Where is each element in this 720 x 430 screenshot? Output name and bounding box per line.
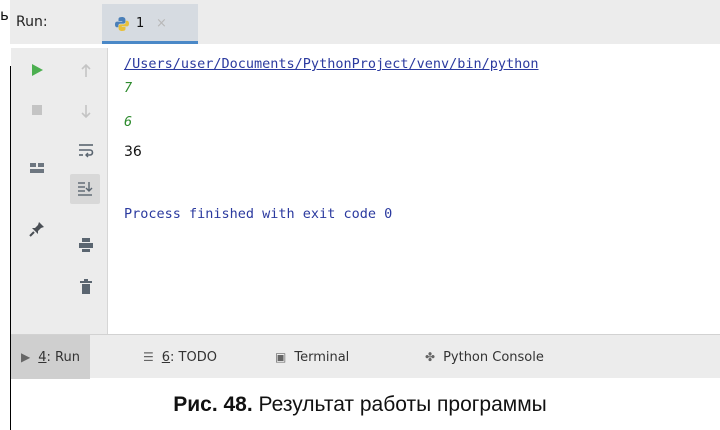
run-toolbar-right xyxy=(64,48,108,334)
run-tool-tab-label: : Run xyxy=(46,349,80,365)
terminal-tool-tab[interactable]: ▣ Terminal xyxy=(275,335,349,379)
cut-off-text: ь xyxy=(0,6,9,24)
layout-icon[interactable] xyxy=(25,158,49,178)
todo-tool-tab[interactable]: ☰ 6 : TODO xyxy=(143,335,217,379)
run-tool-tab[interactable]: ▶ 4 : Run xyxy=(11,335,90,379)
console-output[interactable]: /Users/user/Documents/PythonProject/venv… xyxy=(108,48,720,334)
todo-tool-tab-label: : TODO xyxy=(170,349,217,365)
pin-icon[interactable] xyxy=(25,218,49,240)
soft-wrap-icon[interactable] xyxy=(74,140,98,160)
console-output-line: 36 xyxy=(124,144,142,160)
terminal-icon: ▣ xyxy=(275,350,287,364)
todo-tool-tab-number: 6 xyxy=(161,349,171,365)
python-console-tool-tab[interactable]: ✤ Python Console xyxy=(425,335,544,379)
figure-caption: Рис. 48. Результат работы программы xyxy=(0,393,720,417)
run-tool-window-header: Run: 1 × xyxy=(10,0,720,44)
console-input-line: 6 xyxy=(124,114,133,130)
python-console-icon: ✤ xyxy=(425,350,436,364)
python-console-tool-tab-label: Python Console xyxy=(443,349,544,365)
run-toolbar-left xyxy=(11,48,64,334)
todo-list-icon: ☰ xyxy=(143,350,154,364)
figure-caption-text: Результат работы программы xyxy=(252,393,547,416)
close-icon[interactable]: × xyxy=(156,16,167,31)
run-tab-1[interactable]: 1 × xyxy=(102,4,198,44)
print-icon[interactable] xyxy=(74,234,98,256)
run-label: Run: xyxy=(16,14,48,30)
run-small-icon: ▶ xyxy=(21,350,31,364)
tool-window-bar: ▶ 4 : Run ☰ 6 : TODO ▣ Terminal ✤ Python… xyxy=(11,334,720,379)
terminal-tool-tab-label: Terminal xyxy=(294,349,350,365)
console-input-line: 7 xyxy=(124,80,133,96)
figure-number: Рис. 48. xyxy=(173,393,253,416)
up-arrow-icon[interactable] xyxy=(74,60,98,80)
trash-icon[interactable] xyxy=(74,276,98,298)
interpreter-path-link[interactable]: /Users/user/Documents/PythonProject/venv… xyxy=(124,56,539,72)
run-tab-label: 1 xyxy=(136,16,145,31)
run-tool-tab-number: 4 xyxy=(38,349,47,365)
run-icon[interactable] xyxy=(25,60,49,80)
down-arrow-icon[interactable] xyxy=(74,102,98,122)
stop-icon[interactable] xyxy=(25,100,49,120)
process-finished-message: Process finished with exit code 0 xyxy=(124,206,393,222)
python-icon xyxy=(115,17,129,31)
scroll-to-end-icon[interactable] xyxy=(70,174,100,204)
